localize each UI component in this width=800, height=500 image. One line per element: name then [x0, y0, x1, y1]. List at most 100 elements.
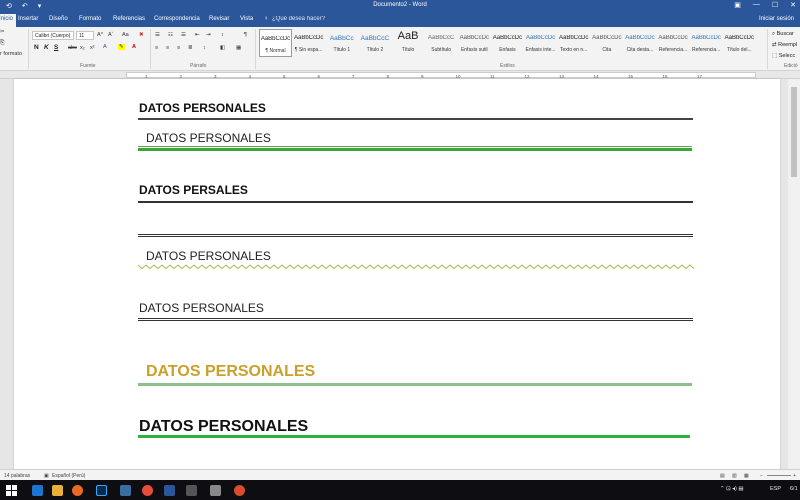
word-taskbar-icon[interactable] — [164, 485, 175, 496]
minimize-icon[interactable]: — — [753, 1, 760, 9]
ribbon-display-icon[interactable]: ▣ — [734, 1, 741, 9]
tab-diseno[interactable]: Diseño — [49, 16, 68, 22]
bullets-icon[interactable]: ☰ — [155, 32, 160, 38]
close-icon[interactable]: ✕ — [790, 1, 796, 9]
heading-7[interactable]: DATOS PERSONALES — [139, 418, 308, 436]
firefox-icon[interactable] — [72, 485, 83, 496]
select-button[interactable]: ⬚ Selecc — [772, 51, 797, 62]
shading-icon[interactable]: ◧ — [220, 45, 225, 51]
app-icon-2[interactable] — [186, 485, 197, 496]
heading-1[interactable]: DATOS PERSONALES — [139, 101, 266, 115]
font-name-combo[interactable]: Calibri (Cuerpo) — [32, 31, 74, 40]
heading-3[interactable]: DATOS PERSALES — [139, 183, 248, 197]
tab-revisar[interactable]: Revisar — [209, 16, 229, 22]
clock[interactable]: 6/1 — [790, 486, 798, 492]
document-page[interactable]: DATOS PERSONALES DATOS PERSONALES DATOS … — [14, 79, 780, 471]
heading-4[interactable]: DATOS PERSONALES — [146, 249, 271, 263]
align-center-icon[interactable]: ≡ — [166, 45, 169, 51]
windows-start-icon[interactable] — [6, 485, 17, 496]
style-item[interactable]: AaBbCcDc Título del... — [723, 29, 756, 57]
align-left-icon[interactable]: ≡ — [155, 45, 158, 51]
style-item[interactable]: AaBbCcDc ¶ Normal — [259, 29, 292, 57]
style-item[interactable]: AaBbCcC Título 2 — [358, 29, 391, 57]
style-item[interactable]: AaBbCcDc Énfasis inte... — [524, 29, 557, 57]
chrome-icon[interactable] — [142, 485, 153, 496]
multilevel-icon[interactable]: ☰ — [181, 32, 186, 38]
read-mode-icon[interactable]: ▤ — [720, 473, 725, 479]
maximize-icon[interactable]: ☐ — [772, 1, 778, 9]
text-effects-icon[interactable]: A — [103, 44, 107, 50]
style-item[interactable]: AaBbCcDc Referencia... — [657, 29, 690, 57]
edge-icon[interactable] — [32, 485, 43, 496]
copy-icon[interactable]: ⎘ — [0, 40, 4, 47]
show-marks-icon[interactable]: ¶ — [244, 32, 247, 38]
heading-5[interactable]: DATOS PERSONALES — [139, 301, 264, 315]
change-case-button[interactable]: Aa — [122, 32, 129, 38]
align-right-icon[interactable]: ≡ — [177, 45, 180, 51]
italic-button[interactable]: K — [44, 44, 49, 51]
cut-icon[interactable]: ✂ — [0, 29, 5, 35]
app-icon-3[interactable] — [210, 485, 221, 496]
borders-icon[interactable]: ▦ — [236, 45, 241, 51]
replace-button[interactable]: ⇄ Reempl — [772, 40, 797, 51]
font-size-combo[interactable]: 11 — [76, 31, 94, 40]
style-item[interactable]: AaBbCcDc Cita — [590, 29, 623, 57]
style-item[interactable]: AaBbCcC Subtítulo — [425, 29, 458, 57]
style-item[interactable]: AaBbCcDc Énfasis sutil — [458, 29, 491, 57]
sort-icon[interactable]: ↕ — [221, 32, 224, 38]
app-icon[interactable] — [120, 485, 131, 496]
sign-in-link[interactable]: Iniciar sesión — [759, 16, 794, 22]
superscript-button[interactable]: x² — [90, 45, 95, 51]
highlight-icon[interactable]: ✎ — [118, 44, 125, 50]
web-layout-icon[interactable]: ▦ — [744, 473, 749, 479]
style-preview: AaBbCcDc — [525, 35, 556, 41]
tab-formato[interactable]: Formato — [79, 16, 101, 22]
clear-format-icon[interactable]: ✖ — [139, 32, 144, 38]
vertical-scrollbar[interactable] — [788, 79, 800, 469]
heading-6[interactable]: DATOS PERSONALES — [146, 363, 315, 381]
grow-font-button[interactable]: A^ — [97, 32, 103, 38]
subscript-button[interactable]: x₂ — [80, 45, 85, 51]
border-line-3 — [138, 201, 693, 203]
shrink-font-button[interactable]: Aˇ — [108, 32, 114, 38]
strikethrough-button[interactable]: abc — [68, 45, 77, 51]
style-item[interactable]: AaB Título — [392, 29, 425, 57]
zoom-in-icon[interactable]: + — [793, 473, 796, 479]
tab-inicio[interactable]: Inicio — [0, 14, 17, 27]
tab-referencias[interactable]: Referencias — [113, 16, 145, 22]
find-button[interactable]: ⌕ Buscar — [772, 29, 797, 40]
style-item[interactable]: AaBbCcDc Cita desta... — [623, 29, 656, 57]
style-item[interactable]: AaBbCc Título 1 — [325, 29, 358, 57]
app-icon-4[interactable] — [234, 485, 245, 496]
word-count[interactable]: 14 palabras — [4, 473, 30, 479]
style-item[interactable]: AaBbCcDc Texto en n... — [557, 29, 590, 57]
heading-2[interactable]: DATOS PERSONALES — [146, 131, 271, 145]
increase-indent-icon[interactable]: ⇥ — [206, 32, 211, 38]
style-item[interactable]: AaBbCcDc Referencia... — [690, 29, 723, 57]
underline-button[interactable]: S — [54, 44, 58, 51]
font-color-icon[interactable]: A — [132, 44, 136, 50]
zoom-out-icon[interactable]: − — [760, 473, 763, 479]
line-spacing-icon[interactable]: ↕ — [203, 45, 206, 51]
scrollbar-thumb[interactable] — [791, 87, 797, 177]
print-layout-icon[interactable]: ▥ — [732, 473, 737, 479]
numbering-icon[interactable]: ☷ — [168, 32, 173, 38]
file-explorer-icon[interactable] — [52, 485, 63, 496]
copy-format-button[interactable]: r formato — [0, 51, 22, 57]
justify-icon[interactable]: ≣ — [188, 45, 193, 51]
proofing-icon[interactable]: ▣ — [44, 473, 49, 479]
language-status[interactable]: Español (Perú) — [52, 473, 85, 479]
style-item[interactable]: AaBbCcDc Énfasis — [491, 29, 524, 57]
bold-button[interactable]: N — [34, 44, 39, 51]
input-language[interactable]: ESP — [770, 486, 781, 492]
tray-icons[interactable]: ⌃ ⊡ ◂) ▤ — [720, 486, 744, 492]
tab-vista[interactable]: Vista — [240, 16, 253, 22]
style-item[interactable]: AaBbCcDc ¶ Sin espa... — [292, 29, 325, 57]
ruler-track[interactable]: 1 2 3 4 5 6 7 8 9 10 11 12 13 14 15 16 17 — [126, 72, 756, 79]
tab-correspondencia[interactable]: Correspondencia — [154, 16, 200, 22]
zoom-slider[interactable] — [767, 475, 791, 476]
photoshop-icon[interactable] — [96, 485, 107, 496]
tab-insertar[interactable]: Insertar — [18, 16, 38, 22]
tell-me-input[interactable]: ¿Qué desea hacer? — [272, 16, 325, 22]
decrease-indent-icon[interactable]: ⇤ — [195, 32, 200, 38]
